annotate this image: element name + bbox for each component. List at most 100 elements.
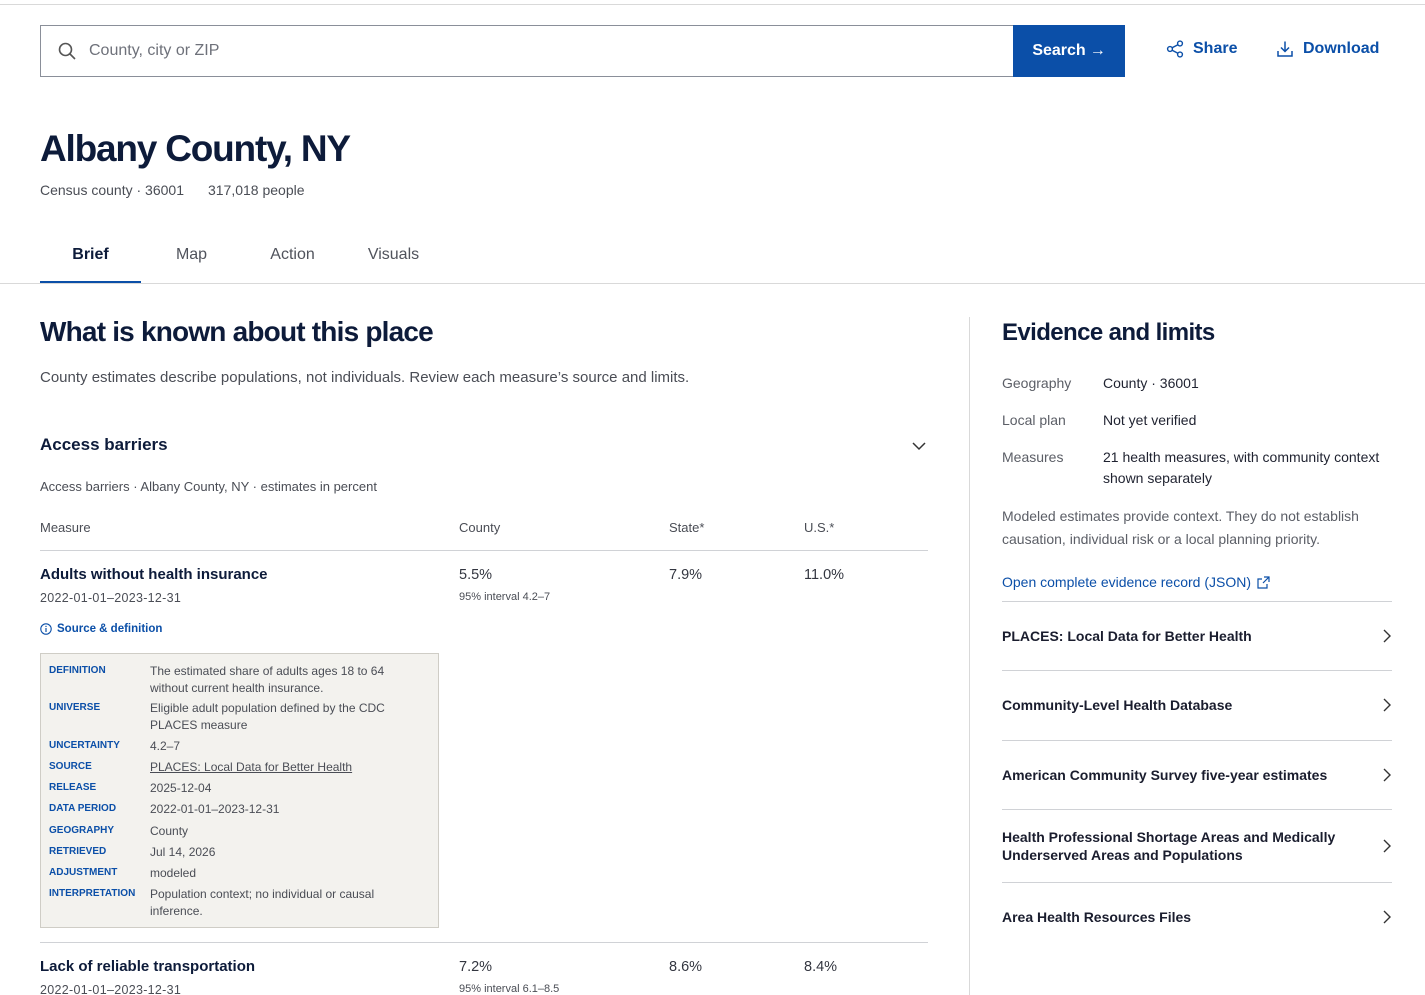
- search-button[interactable]: Search →: [1013, 25, 1125, 77]
- chevron-right-icon: [1383, 629, 1391, 643]
- main-heading: What is known about this place: [40, 316, 434, 347]
- definition-panel: DEFINITION The estimated share of adults…: [40, 653, 439, 928]
- row-measure-period: 2022-01-01–2023-12-31: [40, 983, 182, 995]
- table-header-divider: [40, 550, 928, 551]
- evidence-json-link[interactable]: Open complete evidence record (JSON): [1002, 574, 1270, 590]
- column-header-measure: Measure: [40, 520, 91, 535]
- chevron-right-icon: [1383, 839, 1391, 853]
- universe-row: UNIVERSE Eligible adult population defin…: [49, 700, 429, 733]
- retrieved-row: RETRIEVED Jul 14, 2026: [49, 844, 429, 861]
- tab-visuals[interactable]: Visuals: [343, 234, 444, 284]
- source-key: SOURCE: [49, 761, 92, 772]
- geography-label: Geography: [1002, 375, 1072, 391]
- column-divider: [969, 317, 970, 995]
- geography-value: County: [150, 824, 189, 838]
- chevron-right-icon: [1383, 910, 1391, 924]
- row-measure-period: 2022-01-01–2023-12-31: [40, 591, 182, 605]
- source-list-divider: [1002, 882, 1392, 883]
- source-item-label: Area Health Resources Files: [1002, 909, 1192, 925]
- data-period-value: 2022-01-01–2023-12-31: [150, 802, 280, 816]
- row-county-value: 7.2%: [459, 959, 493, 975]
- chevron-right-icon: [1383, 768, 1391, 782]
- definition-value: The estimated share of adults ages 18 to…: [150, 664, 385, 695]
- column-header-county: County: [459, 520, 501, 535]
- universe-key: UNIVERSE: [49, 702, 101, 713]
- place-population: 317,018 people: [207, 182, 305, 198]
- search-button-label: Search: [1032, 42, 1086, 59]
- section-caption: Access barriers · Albany County, NY · es…: [40, 479, 377, 494]
- source-list-divider: [1002, 601, 1392, 602]
- uncertainty-row: UNCERTAINTY 4.2–7: [49, 738, 429, 755]
- uncertainty-value: 4.2–7: [150, 739, 181, 753]
- release-key: RELEASE: [49, 782, 97, 793]
- tab-action[interactable]: Action: [242, 234, 343, 284]
- tab-brief[interactable]: Brief: [40, 234, 141, 284]
- local-plan-label: Local plan: [1002, 412, 1066, 428]
- row-us-value: 11.0%: [804, 567, 845, 583]
- evidence-note: Modeled estimates provide context. They …: [1002, 508, 1359, 547]
- row-measure-name: Lack of reliable transportation: [40, 958, 256, 975]
- data-period-row: DATA PERIOD 2022-01-01–2023-12-31: [49, 801, 429, 818]
- share-button[interactable]: Share: [1166, 40, 1237, 58]
- retrieved-key: RETRIEVED: [49, 846, 107, 857]
- data-period-key: DATA PERIOD: [49, 803, 117, 814]
- download-label: Download: [1303, 40, 1380, 57]
- row-county-interval: 95% interval 6.1–8.5: [459, 983, 560, 995]
- info-icon: [40, 623, 52, 635]
- row-state-value: 7.9%: [669, 567, 703, 583]
- adjustment-key: ADJUSTMENT: [49, 867, 118, 878]
- chevron-right-icon: [1383, 698, 1391, 712]
- top-divider: [0, 4, 1425, 5]
- evidence-json-label: Open complete evidence record (JSON): [1002, 574, 1251, 590]
- column-header-state: State*: [669, 520, 705, 535]
- place-meta: Census county · 36001 317,018 people: [40, 182, 305, 198]
- chevron-down-icon[interactable]: [910, 437, 928, 455]
- row-us-value: 8.4%: [804, 959, 838, 975]
- row-county-interval: 95% interval 4.2–7: [459, 591, 551, 603]
- source-item-label: Health Professional Shortage Areas and M…: [1002, 829, 1336, 863]
- measures-label: Measures: [1002, 449, 1064, 465]
- source-item-places[interactable]: PLACES: Local Data for Better Health: [1002, 627, 1392, 645]
- source-item-acs[interactable]: American Community Survey five-year esti…: [1002, 766, 1392, 784]
- release-value: 2025-12-04: [150, 781, 212, 795]
- page-title: Albany County, NY: [40, 128, 351, 169]
- tab-map[interactable]: Map: [141, 234, 242, 284]
- share-icon: [1166, 40, 1184, 58]
- share-label: Share: [1193, 40, 1238, 57]
- row-divider: [40, 942, 928, 943]
- geography-row: GEOGRAPHY County: [49, 823, 429, 840]
- source-value-link[interactable]: PLACES: Local Data for Better Health: [150, 759, 410, 776]
- source-item-community[interactable]: Community-Level Health Database: [1002, 696, 1392, 714]
- tabs-divider: [0, 283, 1425, 284]
- source-definition-toggle[interactable]: Source & definition: [40, 623, 162, 635]
- column-header-us: U.S.*: [804, 520, 835, 535]
- row-state-value: 8.6%: [669, 959, 703, 975]
- source-list-divider: [1002, 740, 1392, 741]
- geography-key: GEOGRAPHY: [49, 825, 115, 836]
- tab-bar: Brief Map Action Visuals: [40, 234, 444, 284]
- main-intro: County estimates describe populations, n…: [40, 369, 690, 386]
- definition-row: DEFINITION The estimated share of adults…: [49, 663, 429, 696]
- row-county-value: 5.5%: [459, 567, 493, 583]
- source-item-label: American Community Survey five-year esti…: [1002, 767, 1328, 783]
- download-button[interactable]: Download: [1276, 40, 1379, 58]
- row-measure-name: Adults without health insurance: [40, 566, 268, 583]
- external-link-icon: [1257, 575, 1270, 589]
- interpretation-value: Population context; no individual or cau…: [150, 887, 375, 918]
- source-definition-label: Source & definition: [57, 623, 163, 635]
- source-row: SOURCE PLACES: Local Data for Better Hea…: [49, 759, 429, 776]
- section-title[interactable]: Access barriers: [40, 435, 168, 455]
- place-type-code: Census county · 36001: [40, 182, 184, 198]
- interpretation-key: INTERPRETATION: [49, 888, 136, 899]
- search-bar[interactable]: [40, 25, 1014, 77]
- geography-value: County · 36001: [1103, 375, 1199, 391]
- interpretation-row: INTERPRETATION Population context; no in…: [49, 886, 429, 919]
- source-item-hpsa[interactable]: Health Professional Shortage Areas and M…: [1002, 828, 1392, 864]
- source-item-label: Community-Level Health Database: [1002, 697, 1233, 713]
- search-input[interactable]: [89, 42, 969, 60]
- source-item-ahrf[interactable]: Area Health Resources Files: [1002, 908, 1392, 926]
- source-item-label: PLACES: Local Data for Better Health: [1002, 628, 1252, 644]
- search-icon: [58, 42, 76, 60]
- measures-value: 21 health measures, with community conte…: [1103, 449, 1380, 486]
- evidence-heading: Evidence and limits: [1002, 319, 1215, 346]
